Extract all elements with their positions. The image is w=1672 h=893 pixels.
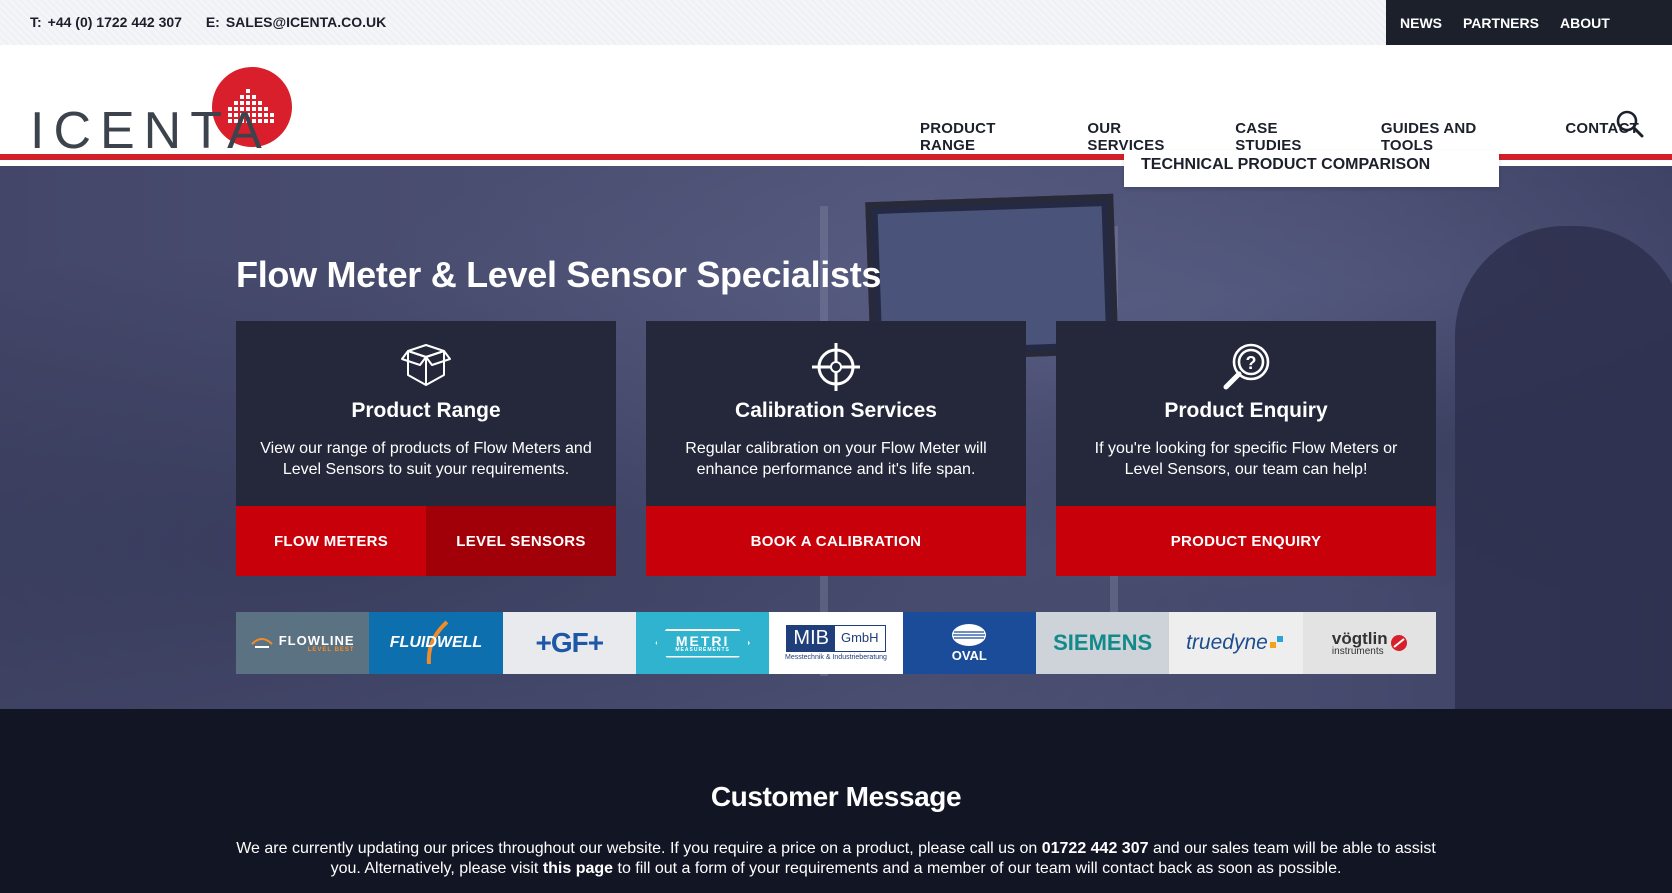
flowline-logo[interactable]: FLOWLINE LEVEL BEST (236, 612, 370, 674)
nav-our-services[interactable]: OUR SERVICES (1087, 120, 1202, 154)
icenta-logo[interactable]: ICENTA (30, 67, 292, 159)
about-link[interactable]: ABOUT (1560, 15, 1610, 31)
sales-phone[interactable]: 01722 442 307 (1042, 840, 1149, 857)
nav-guides-and-tools[interactable]: GUIDES AND TOOLS (1381, 120, 1533, 154)
gf-logo[interactable]: +GF+ (502, 612, 636, 674)
card-text: If you're looking for specific Flow Mete… (1094, 440, 1398, 478)
search-button[interactable] (1614, 108, 1646, 140)
partner-logos: FLOWLINE LEVEL BEST FLUIDWELL +GF+ METRI… (236, 612, 1436, 674)
card-title: Product Enquiry (1164, 399, 1328, 422)
search-icon (1616, 110, 1644, 138)
oval-logo[interactable]: OVAL (902, 612, 1036, 674)
level-sensors-button[interactable]: LEVEL SENSORS (426, 506, 616, 576)
magnifier-question-icon: ? (1223, 343, 1270, 390)
card-product-enquiry: ? Product Enquiry If you're looking for … (1056, 321, 1436, 576)
contact-info: T: +44 (0) 1722 442 307 E: SALES@ICENTA.CO… (30, 0, 392, 45)
product-enquiry-button[interactable]: PRODUCT ENQUIRY (1056, 506, 1436, 576)
siemens-logo[interactable]: SIEMENS (1035, 612, 1170, 674)
card-title: Product Range (351, 399, 501, 422)
phone-link[interactable]: +44 (0) 1722 442 307 (48, 14, 182, 30)
hero-section: Flow Meter & Level Sensor Specialists Pr… (0, 166, 1672, 709)
hero-title: Flow Meter & Level Sensor Specialists (236, 254, 882, 295)
nav-product-range[interactable]: PRODUCT RANGE (920, 120, 1054, 154)
enquiry-page-link[interactable]: this page (543, 860, 613, 877)
box-icon (401, 344, 451, 386)
card-text: View our range of products of Flow Meter… (260, 440, 592, 478)
news-link[interactable]: NEWS (1400, 15, 1442, 31)
phone-label: T: (30, 14, 42, 30)
customer-message-section: Customer Message We are currently updati… (0, 709, 1672, 893)
site-header: ICENTA PRODUCT RANGE OUR SERVICES CASE S… (0, 45, 1672, 160)
book-calibration-button[interactable]: BOOK A CALIBRATION (646, 506, 1026, 576)
svg-text:?: ? (1246, 353, 1257, 373)
customer-message-text: We are currently updating our prices thr… (236, 840, 1436, 877)
guides-dropdown-item[interactable]: TECHNICAL PRODUCT COMPARISON (1124, 150, 1499, 187)
top-bar: T: +44 (0) 1722 442 307 E: SALES@ICENTA.CO… (0, 0, 1672, 45)
main-nav: PRODUCT RANGE OUR SERVICES CASE STUDIES … (920, 120, 1672, 154)
email-link[interactable]: SALES@ICENTA.CO.UK (226, 14, 386, 30)
vogtlin-logo[interactable]: vögtlin instruments (1302, 612, 1436, 674)
mib-logo[interactable]: MIB GmbH Messtechnik & Industrieberatung (769, 612, 903, 674)
fluidwell-logo[interactable]: FLUIDWELL (369, 612, 503, 674)
logo-text: ICENTA (30, 102, 271, 160)
email-label: E: (205, 14, 220, 30)
secondary-nav: NEWS PARTNERS ABOUT (1386, 0, 1672, 45)
truedyne-logo[interactable]: truedyne (1169, 612, 1303, 674)
nav-case-studies[interactable]: CASE STUDIES (1235, 120, 1348, 154)
metri-logo[interactable]: METRI MEASUREMENTS (635, 612, 770, 674)
flow-meters-button[interactable]: FLOW METERS (236, 506, 426, 576)
crosshair-icon (812, 343, 860, 391)
customer-message-title: Customer Message (710, 781, 962, 812)
card-text: Regular calibration on your Flow Meter w… (685, 440, 987, 478)
card-title: Calibration Services (735, 399, 937, 422)
partners-link[interactable]: PARTNERS (1463, 15, 1539, 31)
card-product-range: Product Range View our range of products… (236, 321, 616, 576)
card-calibration-services: Calibration Services Regular calibration… (646, 321, 1026, 576)
